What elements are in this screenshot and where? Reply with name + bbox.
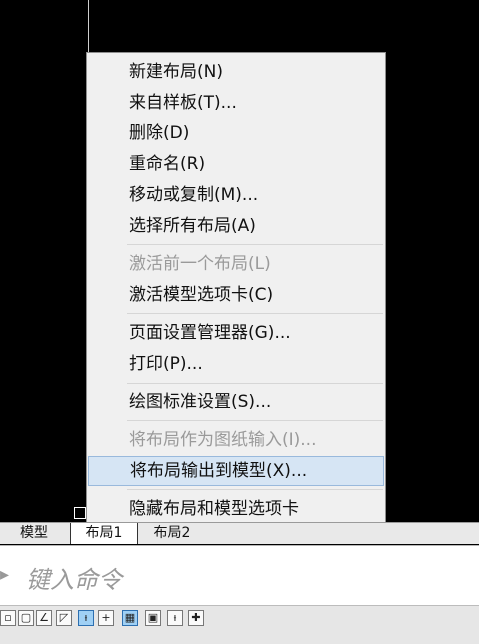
layout-context-menu: 新建布局(N) 来自样板(T)... 删除(D) 重命名(R) 移动或复制(M)… — [86, 52, 386, 524]
grid-icon[interactable]: ▢ — [18, 610, 34, 626]
menu-item-activate-model-tab[interactable]: 激活模型选项卡(C) — [87, 280, 385, 310]
status-toolbar: ▫ ▢ ∠ ◸ ᵼ + ▦ ▣ ᵼ ✚ — [0, 605, 479, 644]
menu-separator — [127, 420, 383, 421]
menu-separator — [127, 244, 383, 245]
command-line[interactable]: ▸ 键入命令 — [0, 545, 479, 605]
layout-tabs-bar: 模型 布局1 布局2 — [0, 522, 479, 544]
tab-model[interactable]: 模型 — [8, 523, 60, 544]
transparency-icon[interactable]: ᵼ — [167, 610, 183, 626]
menu-separator — [127, 383, 383, 384]
menu-separator — [127, 313, 383, 314]
menu-item-drafting-standards[interactable]: 绘图标准设置(S)... — [87, 387, 385, 417]
menu-item-plot[interactable]: 打印(P)... — [87, 349, 385, 379]
menu-item-new-layout[interactable]: 新建布局(N) — [87, 57, 385, 87]
menu-item-import-layout-as-sheet: 将布局作为图纸输入(I)... — [129, 430, 317, 450]
pickbox-cursor — [74, 507, 86, 519]
tab-layout1[interactable]: 布局1 — [70, 523, 138, 544]
command-prompt-icon: ▸ — [0, 564, 10, 585]
lineweight-icon[interactable]: ▣ — [145, 610, 161, 626]
menu-item-delete[interactable]: 删除(D) — [87, 118, 385, 148]
polar-icon[interactable]: ∠ — [36, 610, 52, 626]
tab-layout2[interactable]: 布局2 — [140, 523, 204, 544]
otrack-icon[interactable]: ᵼ — [78, 610, 94, 626]
menu-item-select-all-layouts[interactable]: 选择所有布局(A) — [87, 211, 385, 241]
ortho-icon[interactable]: + — [98, 610, 114, 626]
snap-icon[interactable]: ▫ — [0, 610, 16, 626]
menu-item-move-copy[interactable]: 移动或复制(M)... — [87, 180, 385, 210]
crosshair-line — [88, 0, 89, 52]
menu-item-activate-previous-layout: 激活前一个布局(L) — [129, 254, 271, 274]
menu-item-from-template[interactable]: 来自样板(T)... — [87, 88, 385, 118]
osnap-icon[interactable]: ◸ — [56, 610, 72, 626]
menu-item-page-setup-manager[interactable]: 页面设置管理器(G)... — [87, 318, 385, 348]
menu-item-export-layout-to-model[interactable]: 将布局输出到模型(X)... — [88, 456, 384, 486]
command-input-placeholder[interactable]: 键入命令 — [26, 560, 122, 595]
selection-cycle-icon[interactable]: ✚ — [188, 610, 204, 626]
dyn-input-icon[interactable]: ▦ — [122, 610, 138, 626]
menu-separator — [127, 489, 383, 490]
menu-item-hide-layout-model-tabs[interactable]: 隐藏布局和模型选项卡 — [87, 494, 385, 524]
menu-item-rename[interactable]: 重命名(R) — [87, 149, 385, 179]
